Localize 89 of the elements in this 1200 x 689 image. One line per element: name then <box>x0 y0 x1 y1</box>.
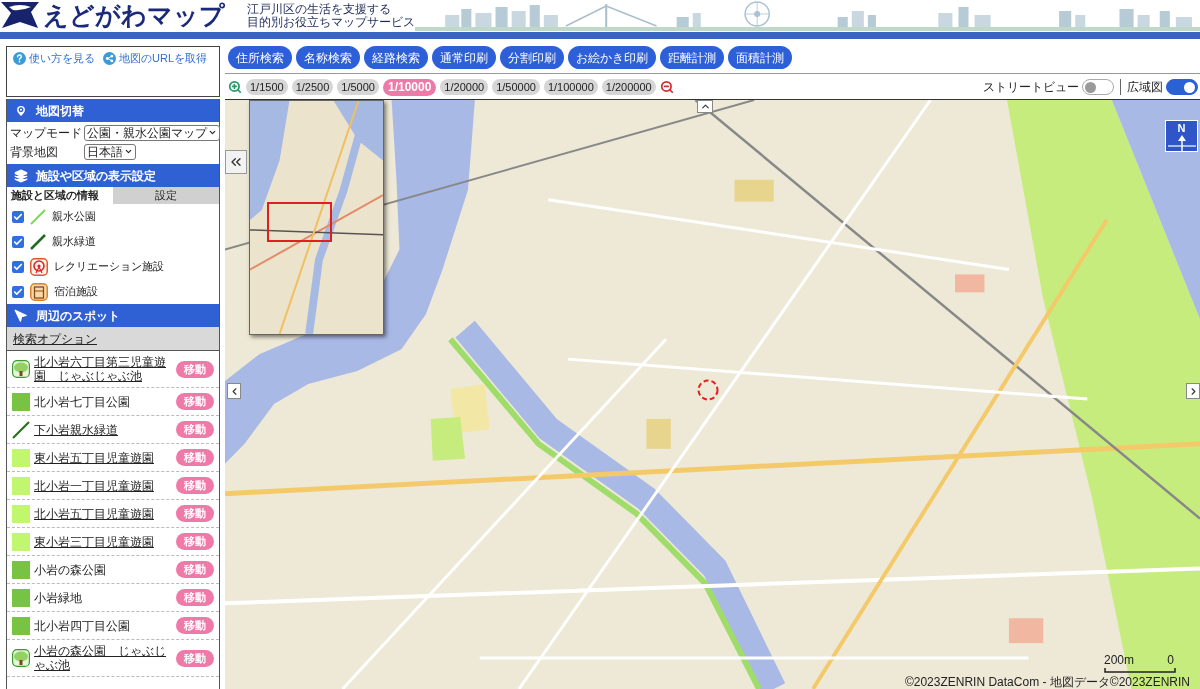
chevron-down-icon <box>124 147 133 156</box>
target-marker-icon <box>697 379 719 401</box>
ferris-wheel-icon <box>30 257 48 276</box>
line-icon <box>30 208 46 225</box>
help-icon <box>13 52 26 65</box>
scale-button[interactable]: 1/1500 <box>246 79 288 95</box>
spot-name: 小岩緑地 <box>34 590 83 605</box>
share-icon <box>103 52 116 65</box>
wide-area-toggle[interactable] <box>1166 79 1198 95</box>
dropdown-select[interactable]: 公園・親水公園マップ <box>84 124 220 141</box>
toolbar-button[interactable]: 面積計測 <box>728 46 792 69</box>
pan-left-button[interactable] <box>227 383 241 399</box>
zoom-in-icon[interactable] <box>228 80 242 94</box>
layer-label: 宿泊施設 <box>54 286 98 297</box>
scale-button[interactable]: 1/100000 <box>543 79 598 95</box>
spot-name[interactable]: 北小岩一丁目児童遊園 <box>34 478 172 493</box>
pan-up-button[interactable] <box>697 100 713 113</box>
spot-name[interactable]: 東小岩三丁目児童遊園 <box>34 534 172 549</box>
help-link[interactable]: 使い方を見る <box>13 52 95 65</box>
playground-swatch-icon <box>12 504 30 523</box>
scale-button[interactable]: 1/5000 <box>337 79 379 95</box>
layer-checkbox[interactable] <box>12 285 24 298</box>
park-swatch-icon <box>12 392 30 411</box>
layer-checkbox[interactable] <box>12 235 24 248</box>
toolbar-button[interactable]: 経路検索 <box>364 46 428 69</box>
layer-checkbox[interactable] <box>12 260 24 273</box>
help-link[interactable]: 地図のURLを取得 <box>103 52 207 65</box>
spot-name[interactable]: 北小岩六丁目第三児童遊園 じゃぶじゃぶ池 <box>34 355 172 383</box>
link-text[interactable]: 使い方を見る <box>29 52 95 65</box>
tree-icon <box>12 649 30 667</box>
scale-zero-label: 0 <box>1167 654 1175 666</box>
spot-name: 北小岩四丁目公園 <box>34 618 131 633</box>
viewport-rectangle[interactable] <box>267 202 332 242</box>
toolbar-button[interactable]: 距離計測 <box>660 46 724 69</box>
section-title: 地図切替 <box>36 104 84 117</box>
north-arrow-icon <box>1167 135 1196 151</box>
park-swatch-icon <box>12 588 30 607</box>
wide-area-label: 広域図 <box>1127 81 1163 93</box>
spot-name[interactable]: 小岩の森公園 じゃぶじゃぶ池 <box>34 644 172 672</box>
layers-icon <box>14 168 28 183</box>
street-view-toggle[interactable] <box>1082 79 1114 95</box>
playground-swatch-icon <box>12 448 30 467</box>
line-icon <box>12 420 30 439</box>
park-swatch-icon <box>12 616 30 635</box>
scale-distance-label: 200m <box>1104 654 1135 666</box>
layer-checkbox[interactable] <box>12 210 24 223</box>
layer-label: 親水公園 <box>52 211 96 222</box>
street-view-label: ストリートビュー <box>983 81 1079 93</box>
layer-label: レクリエーション施設 <box>54 261 164 272</box>
spot-name: 北小岩七丁目公園 <box>34 394 131 409</box>
toolbar-button[interactable]: 通常印刷 <box>432 46 496 69</box>
toolbar-button[interactable]: 分割印刷 <box>500 46 564 69</box>
scale-bar <box>1104 668 1176 673</box>
scale-button[interactable]: 1/50000 <box>492 79 540 95</box>
spot-name: 小岩の森公園 <box>34 562 107 577</box>
map-copyright: ©2023ZENRIN DataCom - 地図データ©2023ZENRIN <box>904 676 1190 689</box>
playground-swatch-icon <box>12 532 30 551</box>
dropdown-select[interactable]: 日本語 <box>84 143 136 160</box>
tagline-text: 江戸川区の生活を支援する <box>247 3 392 16</box>
line-icon <box>30 233 46 250</box>
link-text[interactable]: 地図のURLを取得 <box>119 52 207 65</box>
tagline-text: 目的別お役立ちマップサービス <box>247 16 415 29</box>
settings-tab[interactable]: 設定 <box>113 187 219 204</box>
zoom-out-icon[interactable] <box>659 80 674 94</box>
toolbar-button[interactable]: お絵かき印刷 <box>568 46 656 69</box>
layer-label: 親水緑道 <box>52 236 96 247</box>
spot-name[interactable]: 北小岩五丁目児童遊園 <box>34 506 172 521</box>
scale-button[interactable]: 1/20000 <box>440 79 489 95</box>
chevron-down-icon <box>208 128 217 137</box>
scale-button[interactable]: 1/2500 <box>291 79 334 95</box>
scale-button[interactable]: 1/200000 <box>601 79 656 95</box>
toolbar-button[interactable]: 名称検索 <box>296 46 360 69</box>
field-label: 背景地図 <box>10 145 59 158</box>
map-pin-icon <box>14 103 28 118</box>
site-title: えどがわマップ <box>43 0 225 30</box>
building-icon <box>30 282 48 301</box>
tree-icon <box>12 360 30 378</box>
playground-swatch-icon <box>12 476 30 495</box>
navigation-arrow-icon <box>14 308 28 323</box>
section-title: 施設や区域の表示設定 <box>36 169 156 182</box>
collapse-overview-button[interactable] <box>225 150 247 174</box>
section-title: 周辺のスポット <box>36 309 120 322</box>
field-label: マップモード <box>10 126 83 139</box>
spot-name[interactable]: 下小岩親水緑道 <box>34 422 172 437</box>
spot-name[interactable]: 東小岩五丁目児童遊園 <box>34 450 172 465</box>
toolbar-button[interactable]: 住所検索 <box>228 46 292 69</box>
pan-right-button[interactable] <box>1186 383 1200 399</box>
north-button[interactable]: N <box>1165 120 1198 152</box>
park-swatch-icon <box>12 560 30 579</box>
